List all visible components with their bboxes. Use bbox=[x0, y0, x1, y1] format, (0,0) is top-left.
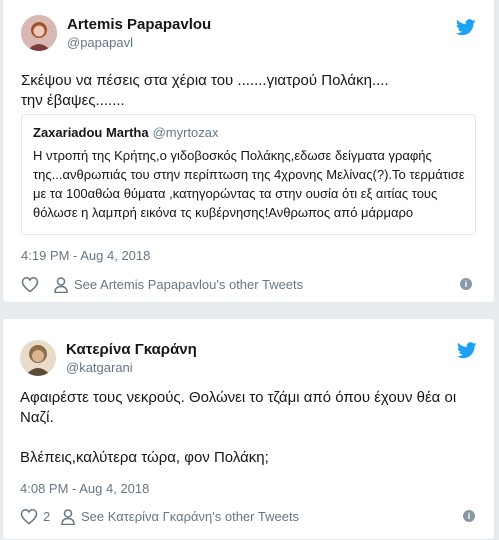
heart-icon[interactable] bbox=[21, 276, 39, 293]
tweet-card: Artemis Papapavlou @papapavl Σκέψου να π… bbox=[2, 0, 495, 303]
see-other-tweets-link[interactable]: See Artemis Papapavlou's other Tweets bbox=[74, 277, 303, 292]
tweet-timestamp[interactable]: 4:08 PM - Aug 4, 2018 bbox=[20, 481, 149, 496]
see-other-tweets-link[interactable]: See Κατερίνα Γκαράνη's other Tweets bbox=[81, 509, 299, 524]
tweet-text: Σκέψου να πέσεις στα χέρια του .......γι… bbox=[21, 72, 389, 109]
author-handle[interactable]: @papapavl bbox=[67, 35, 133, 51]
heart-icon[interactable] bbox=[20, 508, 38, 525]
tweet-text: Αφαιρέστε τους νεκρούς. Θολώνει το τζάμι… bbox=[20, 389, 457, 466]
avatar[interactable] bbox=[20, 340, 56, 376]
person-icon bbox=[54, 277, 68, 293]
author-handle[interactable]: @katgarani bbox=[66, 360, 133, 376]
person-icon bbox=[61, 509, 75, 525]
tweet-actions: See Artemis Papapavlou's other Tweets i bbox=[21, 275, 478, 295]
quoted-author-name: Zaxariadou Martha bbox=[33, 125, 149, 140]
author-name[interactable]: Artemis Papapavlou bbox=[67, 16, 211, 34]
tweet-timestamp[interactable]: 4:19 PM - Aug 4, 2018 bbox=[21, 248, 150, 263]
quoted-tweet-text: Η ντροπή της Κρήτης,ο γιδοβοσκός Πολάκης… bbox=[33, 148, 465, 220]
twitter-bird-icon[interactable] bbox=[456, 19, 476, 36]
quoted-tweet[interactable]: Zaxariadou Martha @myrtozax Η ντροπή της … bbox=[21, 114, 476, 235]
author-name[interactable]: Κατερίνα Γκαράνη bbox=[66, 341, 197, 359]
quoted-author-handle: @myrtozax bbox=[152, 125, 219, 140]
twitter-bird-icon[interactable] bbox=[457, 342, 477, 359]
info-icon[interactable]: i bbox=[460, 278, 472, 290]
info-icon[interactable]: i bbox=[463, 510, 475, 522]
tweet-actions: 2 See Κατερίνα Γκαράνη's other Tweets i bbox=[20, 507, 481, 527]
like-count: 2 bbox=[43, 509, 51, 524]
avatar[interactable] bbox=[21, 15, 57, 51]
